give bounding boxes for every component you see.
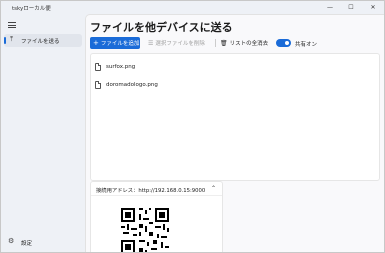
add-file-button[interactable]: + ファイルを追加 — [90, 37, 140, 49]
app-window: tskyローカル便 — ☐ ✕ ⤒ ファイルを送る ⚙ 設定 ファイルを他デバイ… — [0, 0, 385, 253]
clear-list-label: リストの全消去 — [229, 41, 269, 47]
file-icon — [95, 63, 101, 71]
sidebar-item-label: ファイルを送る — [21, 39, 60, 45]
toolbar-divider — [215, 39, 216, 47]
delete-selected-button[interactable]: ☰ 選択ファイルを削除 — [148, 37, 205, 49]
settings-label: 設定 — [21, 241, 33, 247]
close-button[interactable]: ✕ — [364, 1, 382, 14]
maximize-button[interactable]: ☐ — [342, 1, 360, 14]
toolbar: + ファイルを追加 ☰ 選択ファイルを削除 🗑 リストの全消去 共有オン — [90, 37, 380, 49]
add-file-label: ファイルを追加 — [100, 41, 140, 47]
page-title: ファイルを他デバイスに送る — [90, 21, 233, 34]
delete-selected-label: 選択ファイルを削除 — [155, 41, 205, 47]
file-name: doromadologo.png — [106, 82, 158, 88]
connection-address: 接続用アドレス：http://192.168.0.15:9000 — [96, 188, 206, 194]
trash-icon: 🗑 — [220, 39, 228, 47]
share-toggle[interactable] — [276, 39, 291, 47]
sidebar: ⤒ ファイルを送る ⚙ 設定 — [1, 14, 85, 252]
list-item[interactable]: doromadologo.png — [95, 79, 158, 91]
qr-code — [119, 206, 171, 252]
clear-list-button[interactable]: 🗑 リストの全消去 — [220, 37, 268, 49]
list-item[interactable]: surfox.png — [95, 61, 135, 73]
share-toggle-label: 共有オン — [295, 42, 318, 48]
main-content: ファイルを他デバイスに送る + ファイルを追加 ☰ 選択ファイルを削除 🗑 リス… — [85, 14, 384, 252]
file-name: surfox.png — [106, 64, 136, 70]
gear-icon: ⚙ — [8, 237, 15, 245]
file-list: surfox.png doromadologo.png — [90, 53, 380, 181]
title-bar: tskyローカル便 — ☐ ✕ — [1, 1, 384, 14]
upload-icon: ⤒ — [10, 35, 14, 43]
file-icon — [95, 81, 101, 89]
sidebar-item-send-files[interactable]: ⤒ ファイルを送る — [4, 34, 82, 47]
connection-header[interactable]: 接続用アドレス：http://192.168.0.15:9000 ⌃ — [91, 182, 222, 196]
hamburger-menu-icon[interactable] — [7, 20, 17, 30]
chevron-up-icon[interactable]: ⌃ — [211, 185, 216, 192]
connection-panel: 接続用アドレス：http://192.168.0.15:9000 ⌃ — [90, 181, 223, 252]
sidebar-item-settings[interactable]: ⚙ 設定 — [4, 236, 82, 249]
minimize-button[interactable]: — — [321, 1, 339, 14]
plus-icon: + — [93, 39, 99, 47]
window-title: tskyローカル便 — [12, 6, 51, 12]
list-remove-icon: ☰ — [148, 39, 154, 47]
